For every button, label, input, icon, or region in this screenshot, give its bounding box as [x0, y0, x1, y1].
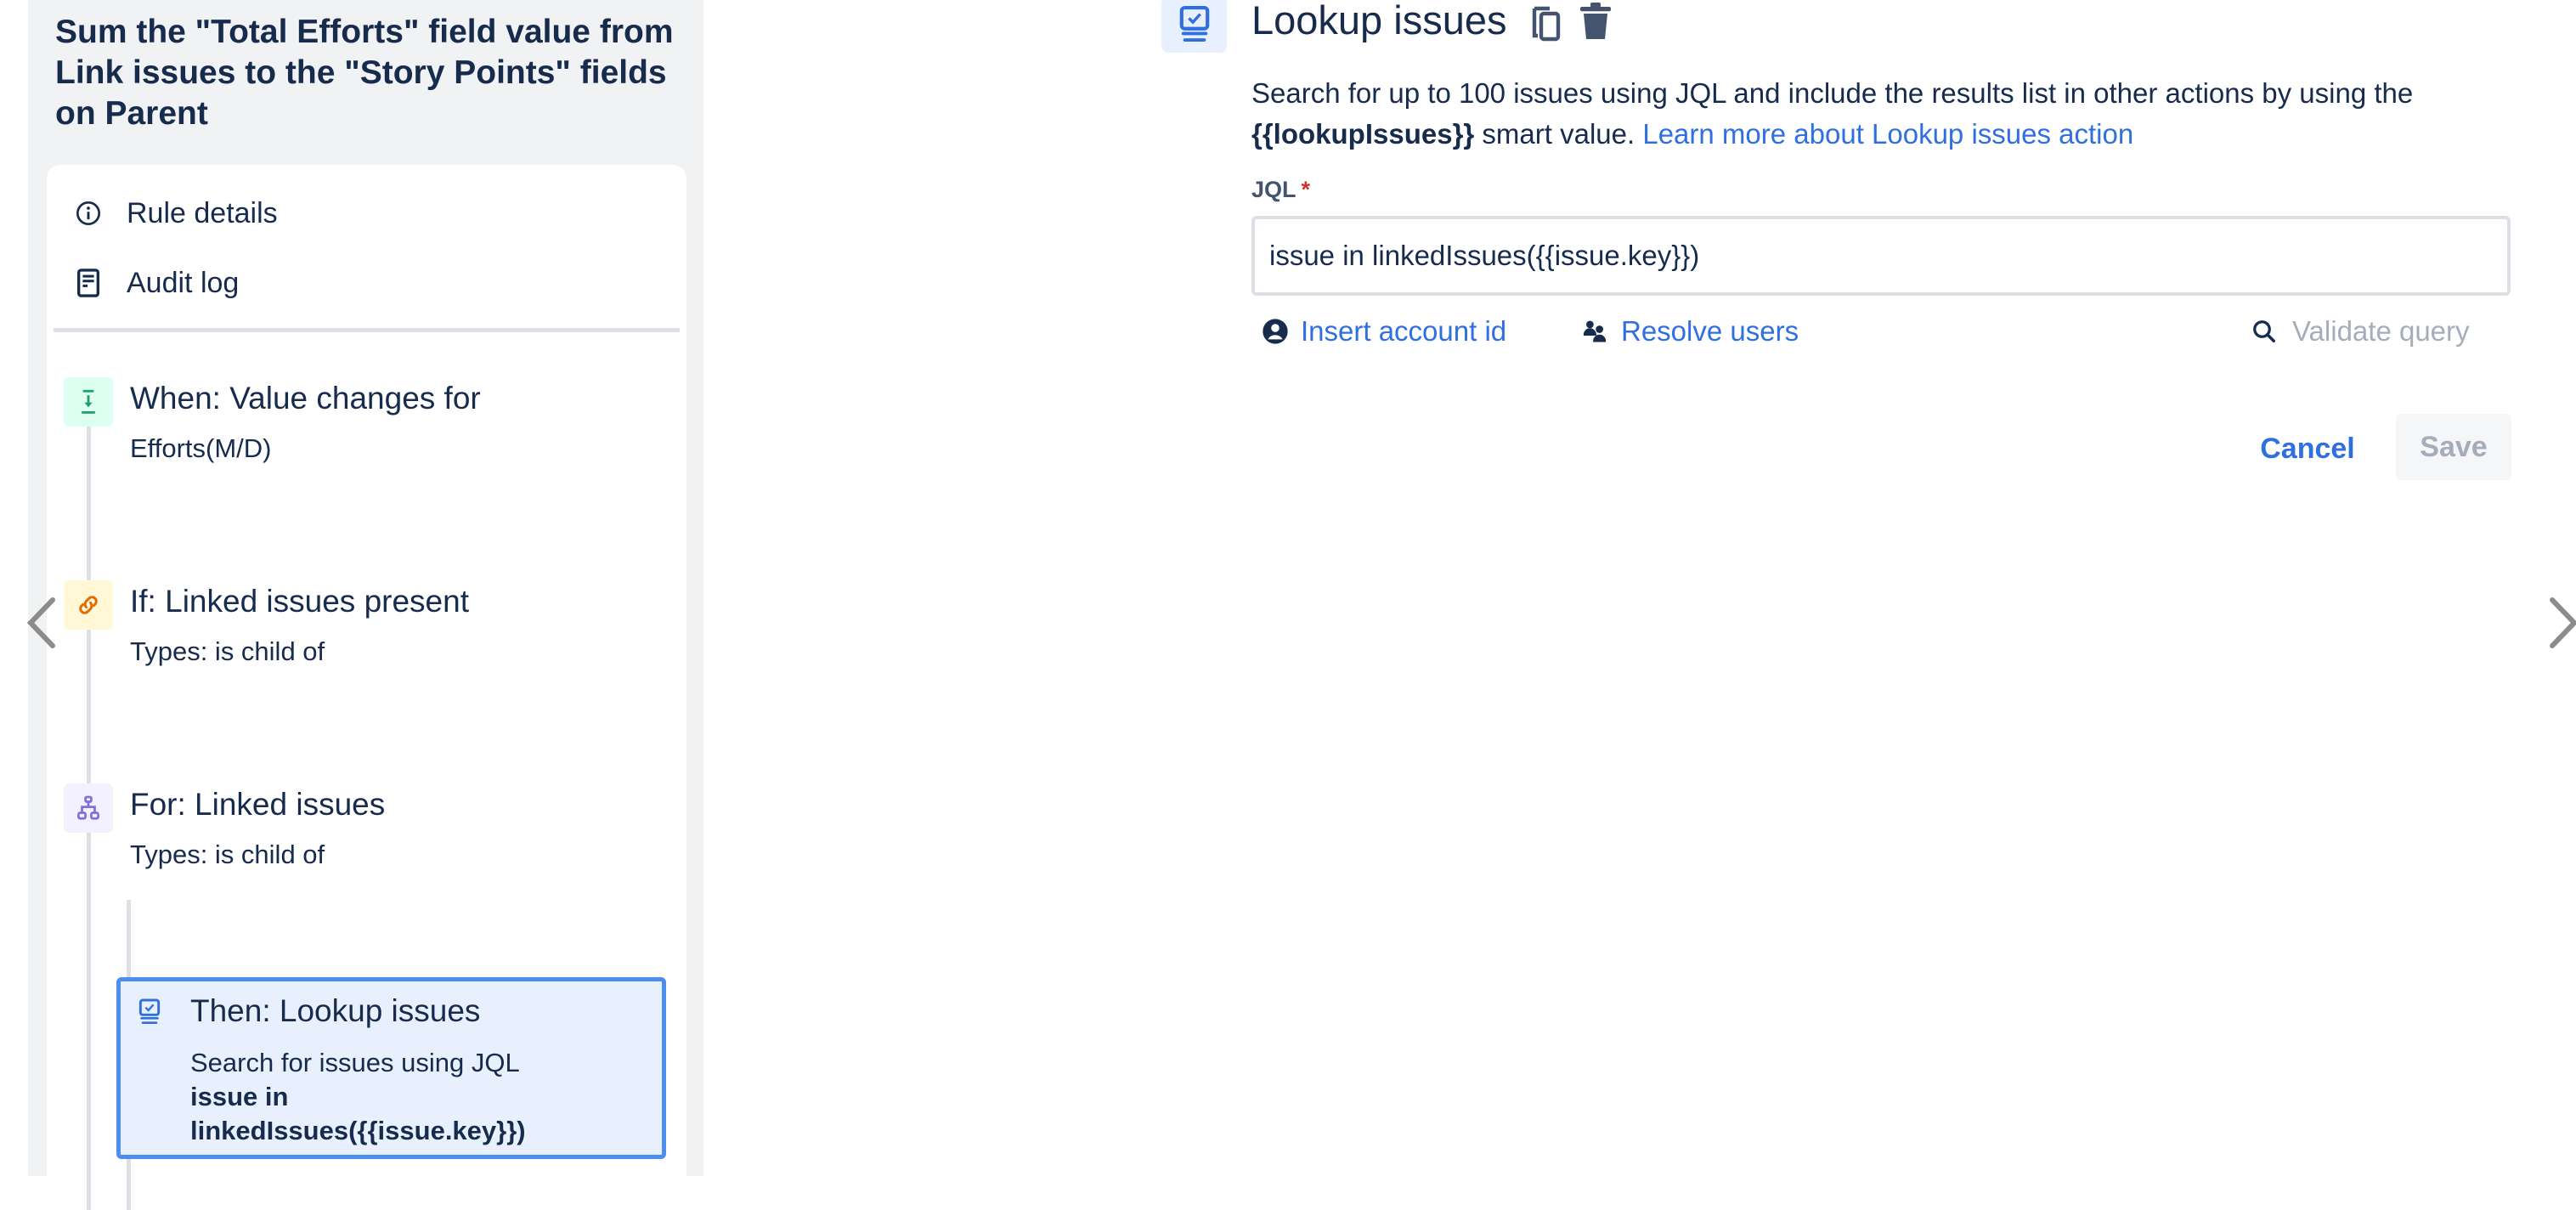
step-subtitle: Efforts(M/D)	[130, 433, 272, 463]
rule-title: Sum the "Total Efforts" field value from…	[55, 14, 674, 132]
copy-icon[interactable]	[1529, 2, 1563, 47]
step-jql: issue in linkedIssues({{issue.key}})	[190, 1082, 526, 1145]
insert-account-id-button[interactable]: Insert account id	[1262, 311, 1506, 352]
insert-account-id-label: Insert account id	[1301, 315, 1507, 347]
smart-value: {{lookupIssues}}	[1251, 118, 1475, 150]
info-icon	[74, 199, 103, 228]
validate-query-button[interactable]: Validate query	[2251, 311, 2470, 352]
action-description: Search for up to 100 issues using JQL an…	[1251, 73, 2526, 155]
resolve-users-button[interactable]: Resolve users	[1582, 311, 1799, 352]
save-button[interactable]: Save	[2396, 414, 2511, 480]
audit-log-label: Audit log	[127, 266, 240, 299]
rule-sidebar: Sum the "Total Efforts" field value from…	[28, 0, 703, 1210]
step-then-lookup-issues[interactable]: Then: Lookup issues Search for issues us…	[116, 977, 666, 1159]
step-when-trigger[interactable]: When: Value changes for Efforts(M/D)	[47, 377, 686, 471]
step-if-condition[interactable]: If: Linked issues present Types: is chil…	[47, 580, 686, 674]
description-suffix: smart value.	[1474, 118, 1643, 150]
resolve-users-label: Resolve users	[1621, 315, 1799, 347]
search-icon	[2251, 319, 2277, 344]
lookup-issues-icon	[1161, 0, 1227, 53]
validate-query-label: Validate query	[2292, 315, 2470, 347]
chevron-left-icon[interactable]	[24, 595, 58, 655]
branch-icon	[64, 783, 113, 833]
divider	[54, 328, 680, 332]
step-for-branch[interactable]: For: Linked issues Types: is child of	[47, 783, 686, 877]
rule-details-link[interactable]: Rule details	[47, 184, 686, 243]
people-icon	[1582, 319, 1607, 344]
jql-label: JQL *	[1251, 177, 1310, 203]
audit-log-link[interactable]: Audit log	[47, 253, 686, 313]
action-title: Lookup issues	[1251, 0, 1507, 42]
jql-label-text: JQL	[1251, 177, 1296, 202]
cancel-button[interactable]: Cancel	[2260, 416, 2355, 481]
step-subtitle: Types: is child of	[130, 636, 325, 666]
description-text: Search for up to 100 issues using JQL an…	[1251, 77, 2414, 109]
trash-icon[interactable]	[1579, 2, 1613, 45]
step-description: Search for issues using JQL	[190, 1048, 520, 1077]
step-title: Then: Lookup issues	[190, 993, 481, 1028]
document-icon	[74, 269, 103, 297]
required-marker: *	[1301, 177, 1311, 202]
trigger-icon	[64, 377, 113, 427]
lookup-issues-icon	[138, 998, 161, 1030]
step-title: When: Value changes for	[130, 381, 481, 416]
step-title: For: Linked issues	[130, 787, 386, 822]
chevron-right-icon[interactable]	[2547, 595, 2576, 655]
user-circle-icon	[1262, 318, 1289, 345]
learn-more-link[interactable]: Learn more about Lookup issues action	[1642, 118, 2133, 150]
jql-input[interactable]	[1251, 216, 2511, 296]
link-icon	[64, 580, 113, 630]
rule-steps-card: Rule details Audit log When: Value chang…	[47, 165, 686, 1210]
step-title: If: Linked issues present	[130, 584, 469, 619]
rule-details-label: Rule details	[127, 196, 278, 229]
step-subtitle: Types: is child of	[130, 840, 325, 869]
